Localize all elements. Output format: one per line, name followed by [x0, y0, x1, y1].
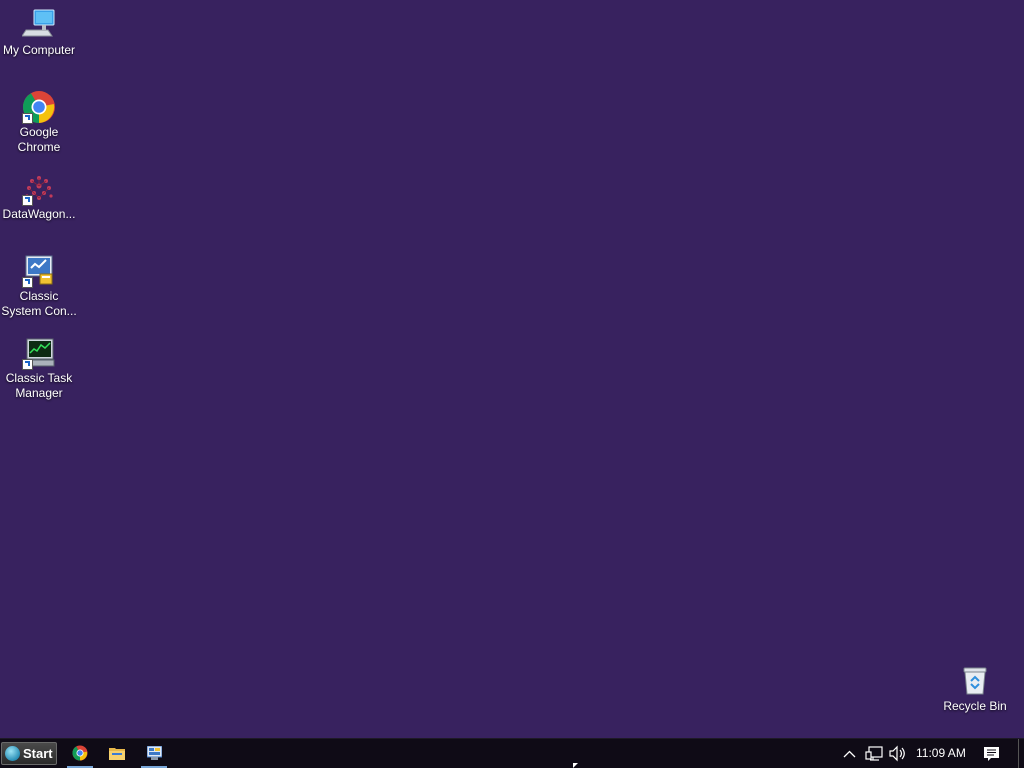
- datawagon-icon: [22, 172, 56, 206]
- computer-icon: [21, 8, 56, 42]
- desktop: My Computer Google Chrome DataWagon... C…: [0, 0, 1024, 738]
- desktop-icon-recycle-bin[interactable]: Recycle Bin: [936, 664, 1014, 714]
- folder-icon: [109, 746, 125, 765]
- chrome-icon: [22, 90, 56, 124]
- desktop-icon-my-computer[interactable]: My Computer: [0, 8, 78, 58]
- shortcut-arrow-icon: [22, 113, 33, 124]
- show-desktop-button[interactable]: [1018, 739, 1019, 768]
- start-orb-icon: [5, 746, 20, 761]
- notification-icon[interactable]: [983, 739, 1000, 768]
- desktop-icon-classic-task-manager[interactable]: Classic Task Manager: [0, 336, 78, 401]
- desktop-icon-label: Classic System Con...: [1, 289, 77, 318]
- clock[interactable]: 11:09 AM: [916, 739, 966, 768]
- start-button[interactable]: Start: [1, 742, 57, 765]
- desktop-icon-classic-system-config[interactable]: Classic System Con...: [0, 254, 78, 319]
- desktop-icon-google-chrome[interactable]: Google Chrome: [0, 90, 78, 155]
- desktop-icon-datawagon[interactable]: DataWagon...: [0, 172, 78, 222]
- desktop-icon-label: My Computer: [2, 43, 76, 57]
- desktop-icon-label: Recycle Bin: [943, 699, 1007, 713]
- recycle-bin-icon: [958, 664, 992, 698]
- chevron-up-icon[interactable]: [843, 739, 856, 768]
- volume-icon[interactable]: [889, 739, 907, 768]
- shortcut-arrow-icon: [22, 195, 33, 206]
- desktop-icon-label: Google Chrome: [17, 125, 61, 154]
- network-icon[interactable]: [865, 739, 883, 768]
- chrome-icon: [72, 745, 88, 766]
- start-label: Start: [23, 746, 53, 761]
- taskbar: Start 11:09 AM: [0, 738, 1024, 768]
- taskbar-app-control-panel[interactable]: [139, 739, 169, 768]
- mouse-cursor-icon: [573, 763, 578, 768]
- system-config-icon: [22, 254, 56, 288]
- desktop-icon-label: DataWagon...: [2, 207, 76, 221]
- shortcut-arrow-icon: [22, 359, 33, 370]
- control-panel-icon: [146, 745, 163, 765]
- taskbar-app-chrome[interactable]: [65, 739, 95, 768]
- taskbar-app-file-explorer[interactable]: [102, 739, 132, 768]
- desktop-icon-label: Classic Task Manager: [5, 371, 73, 400]
- task-manager-icon: [22, 336, 56, 370]
- shortcut-arrow-icon: [22, 277, 33, 288]
